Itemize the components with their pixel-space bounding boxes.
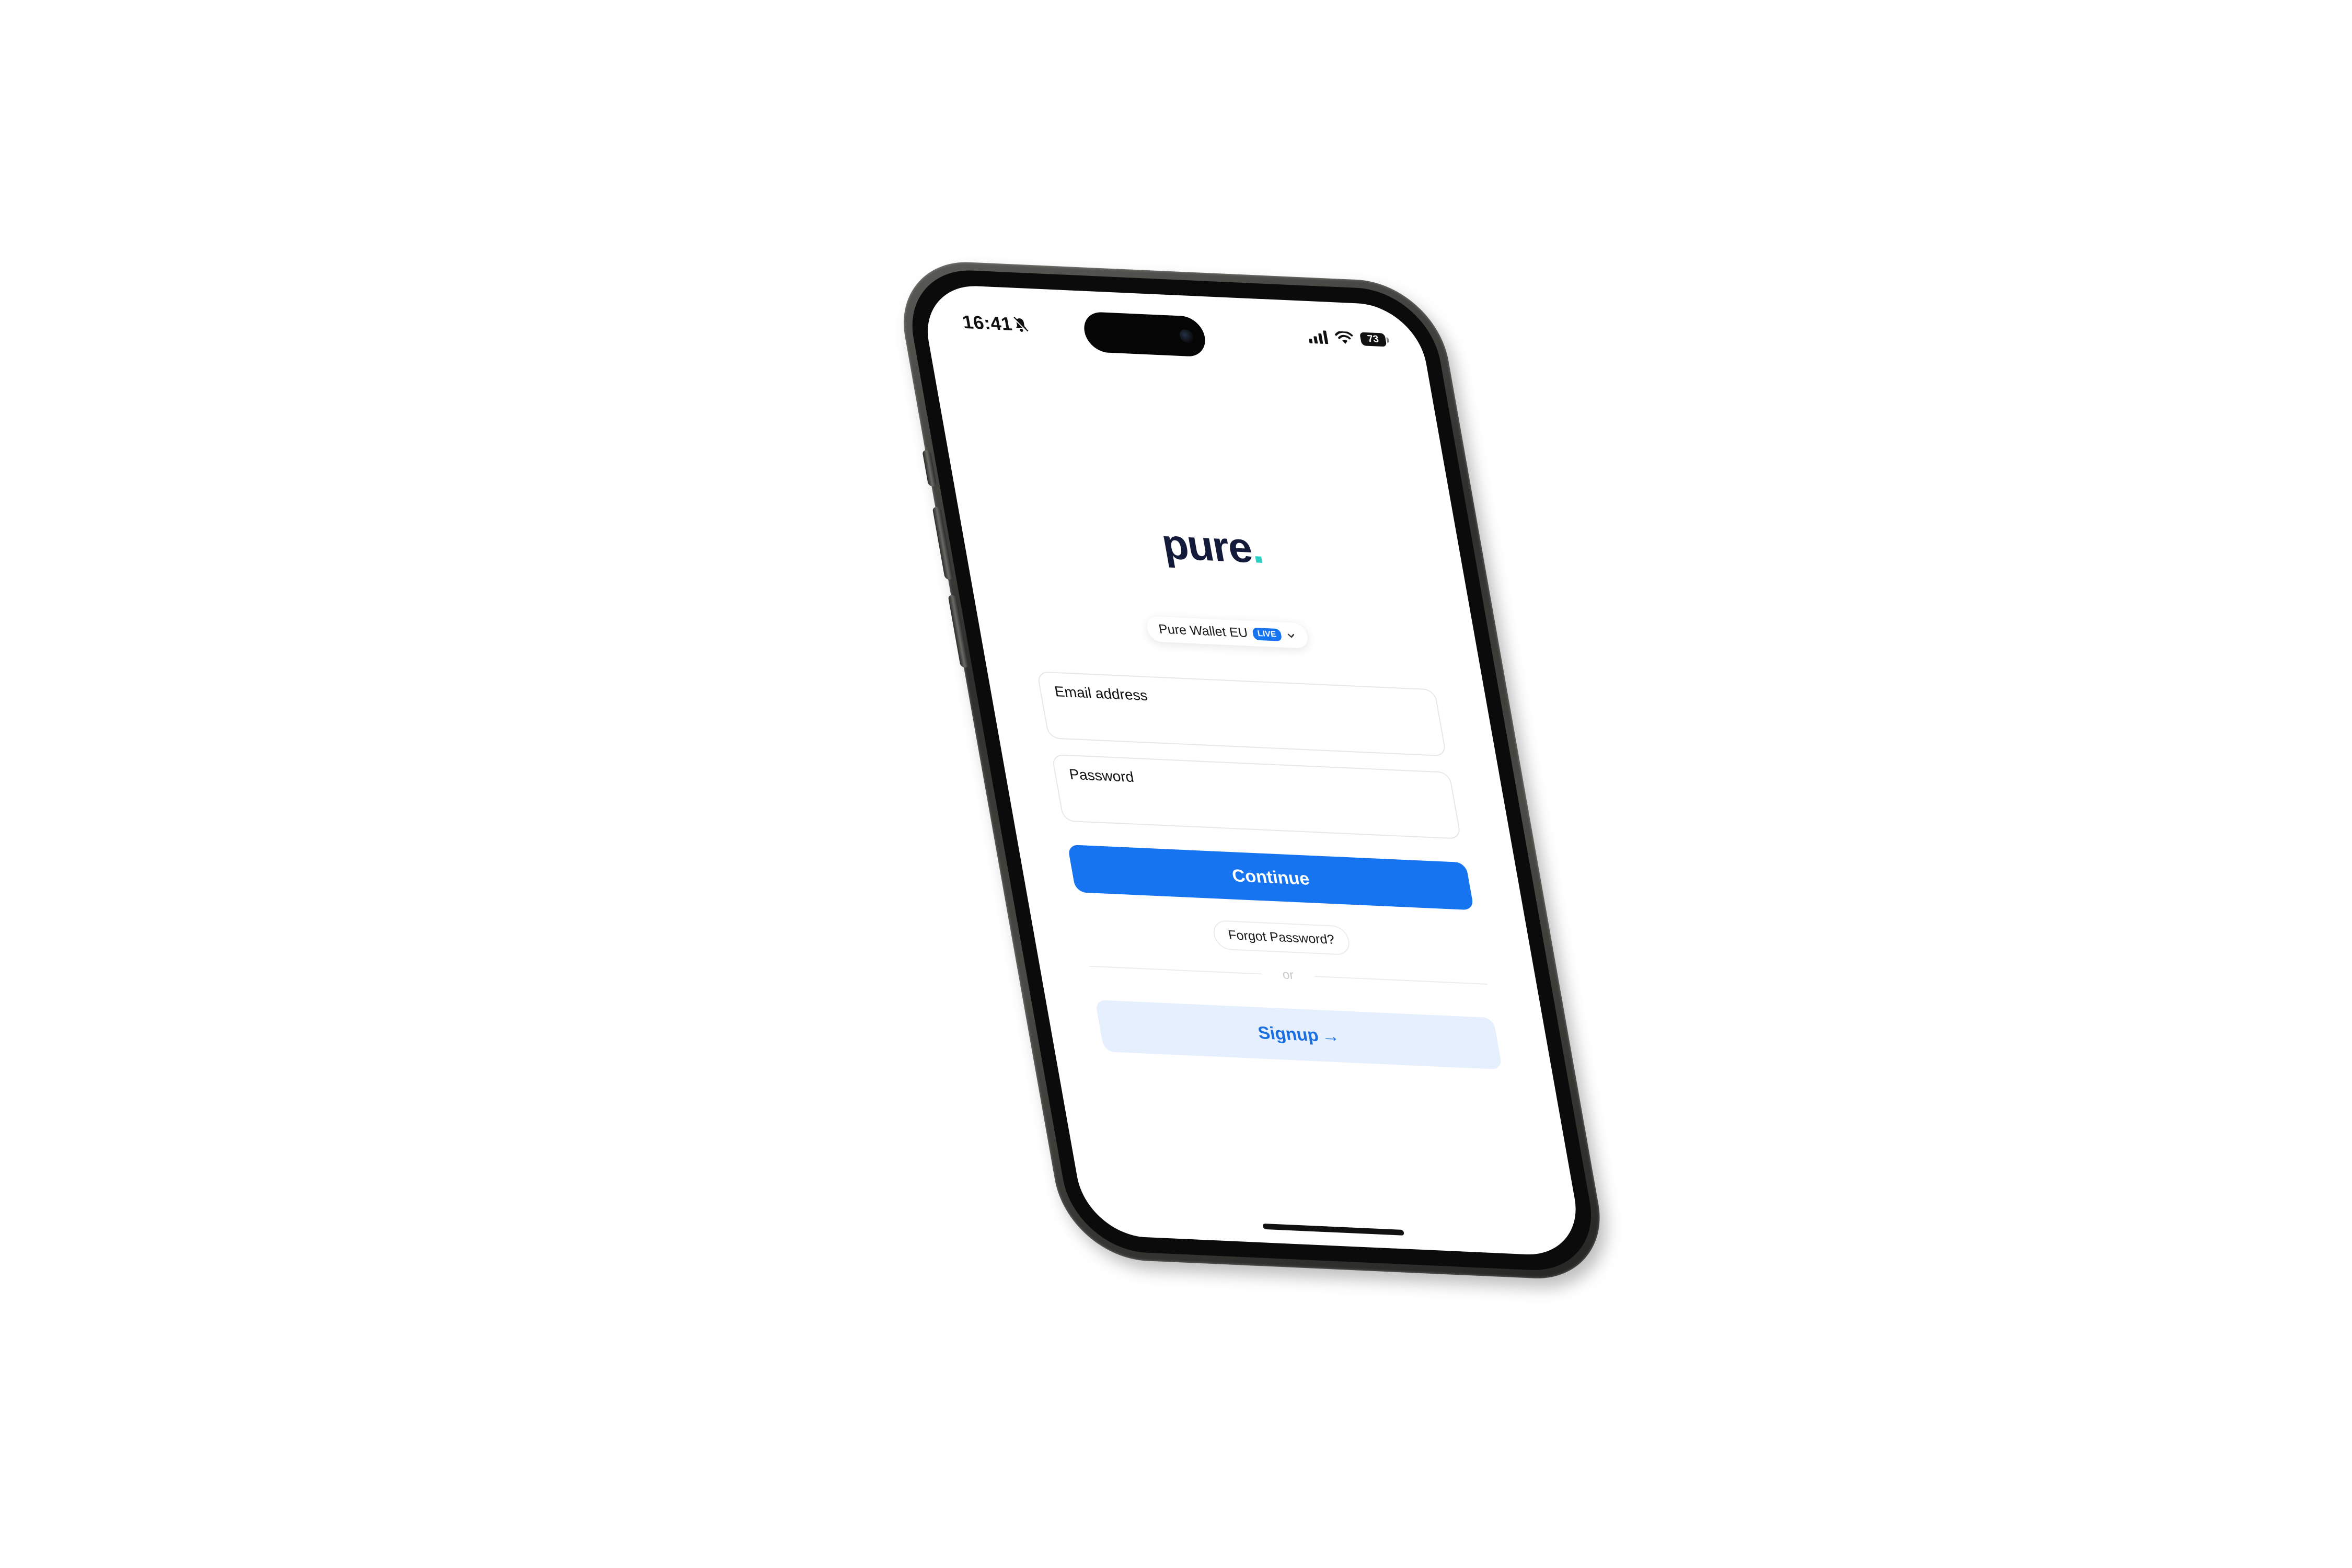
home-indicator — [1262, 1223, 1405, 1236]
arrow-right-icon: → — [1319, 1025, 1341, 1046]
or-divider: or — [1088, 959, 1489, 992]
stage: 16:41 73 pure. Pure Wallet EU LIVE Email… — [0, 0, 2352, 1568]
email-label: Email address — [1053, 683, 1149, 704]
logo-text: pure — [1158, 521, 1255, 572]
phone-mockup: 16:41 73 pure. Pure Wallet EU LIVE Email… — [891, 259, 1612, 1299]
bell-slash-icon — [1013, 316, 1029, 332]
divider-line-right — [1315, 976, 1488, 985]
environment-name: Pure Wallet EU — [1157, 621, 1249, 641]
status-time: 16:41 — [960, 311, 1014, 335]
status-icons: 73 — [1307, 330, 1387, 347]
password-input[interactable] — [1071, 792, 1447, 831]
screen: 16:41 73 pure. Pure Wallet EU LIVE Email… — [918, 283, 1585, 1257]
cellular-signal-icon — [1309, 330, 1329, 344]
dynamic-island — [1081, 311, 1208, 358]
battery-icon: 73 — [1359, 332, 1387, 347]
live-badge: LIVE — [1252, 627, 1282, 641]
email-field[interactable]: Email address — [1036, 671, 1447, 757]
continue-button[interactable]: Continue — [1067, 844, 1474, 910]
chevron-down-icon — [1287, 633, 1294, 638]
signup-label: Signup — [1256, 1022, 1320, 1045]
signup-button[interactable]: Signup→ — [1094, 999, 1503, 1070]
password-field[interactable]: Password — [1051, 754, 1462, 839]
forgot-password-button[interactable]: Forgot Password? — [1211, 919, 1352, 956]
wifi-icon — [1335, 331, 1353, 344]
password-label: Password — [1068, 766, 1135, 786]
divider-line-left — [1089, 965, 1262, 975]
divider-text: or — [1281, 967, 1295, 983]
environment-selector[interactable]: Pure Wallet EU LIVE — [1145, 616, 1310, 649]
bezel: 16:41 73 pure. Pure Wallet EU LIVE Email… — [901, 267, 1602, 1273]
camera-icon — [1178, 329, 1195, 343]
email-input[interactable] — [1056, 709, 1432, 748]
phone-frame: 16:41 73 pure. Pure Wallet EU LIVE Email… — [891, 259, 1612, 1282]
pure-logo: pure. — [959, 511, 1466, 582]
